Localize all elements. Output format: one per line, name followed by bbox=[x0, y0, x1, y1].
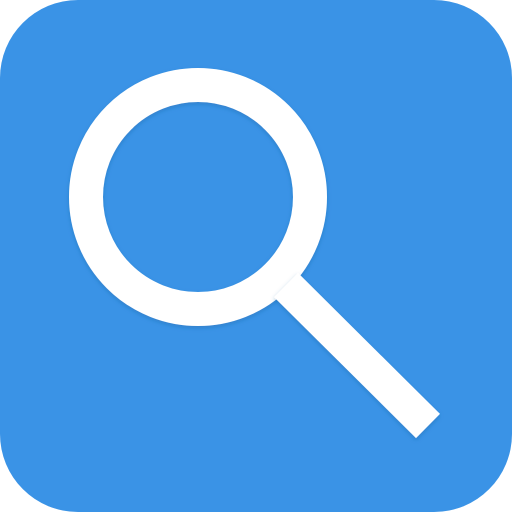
magnifier-handle bbox=[274, 272, 440, 439]
search-icon bbox=[69, 68, 440, 439]
search-app-icon[interactable] bbox=[0, 0, 512, 512]
magnifier-ring bbox=[69, 68, 327, 326]
